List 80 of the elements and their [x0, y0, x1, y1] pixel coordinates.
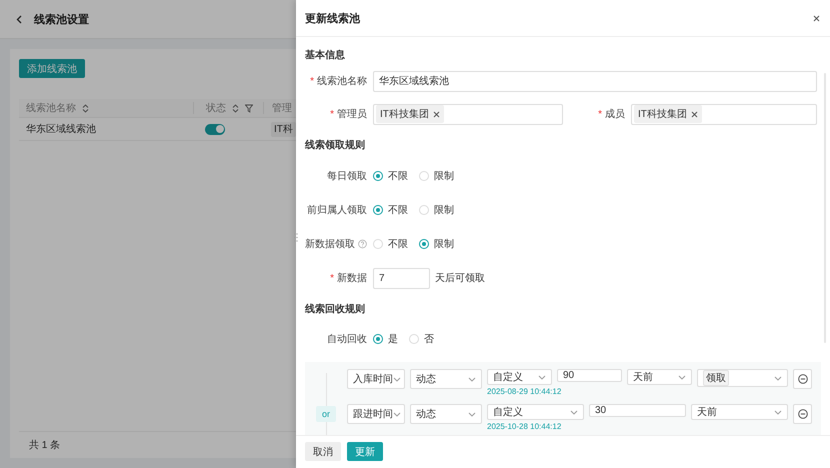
tag-select-field[interactable]: 领取: [697, 369, 788, 387]
input-field[interactable]: 90: [557, 369, 622, 382]
chevron-down-icon: [468, 412, 476, 416]
radio-option[interactable]: 限制: [419, 237, 454, 251]
sort-icon[interactable]: [82, 104, 89, 112]
or-badge: or: [316, 406, 336, 422]
drawer-title: 更新线索池: [305, 12, 360, 26]
column-header: 线索池名称: [26, 102, 76, 115]
radio-button[interactable]: [373, 171, 383, 181]
radio-option[interactable]: 不限: [373, 237, 408, 251]
sort-icon[interactable]: [232, 104, 239, 112]
select-field[interactable]: 动态: [410, 369, 482, 389]
radio-option[interactable]: 不限: [373, 169, 408, 183]
back-icon[interactable]: [16, 14, 22, 24]
radio-option[interactable]: 不限: [373, 203, 408, 217]
select-field[interactable]: 自定义: [487, 369, 552, 385]
tag: 领取: [703, 370, 729, 386]
table-cell: 华东区域线索池: [26, 124, 96, 135]
total-count: 共 1 条: [29, 438, 60, 452]
tag-select-field[interactable]: IT科技集团: [631, 104, 817, 124]
radio-option[interactable]: 否: [409, 332, 434, 346]
field-label: 新数据: [337, 272, 367, 285]
minus-circle-icon: [798, 374, 808, 384]
section-title: 线索领取规则: [305, 138, 366, 152]
chevron-down-icon: [774, 376, 782, 380]
date-hint: 2025-08-29 10:44:12: [487, 386, 562, 397]
radio-button[interactable]: [373, 334, 383, 344]
radio-button[interactable]: [373, 205, 383, 215]
page-title: 线索池设置: [34, 12, 89, 26]
required-mark: *: [598, 108, 602, 120]
field-suffix: 天后可领取: [435, 272, 485, 285]
remove-tag-icon[interactable]: [432, 110, 440, 118]
select-field[interactable]: 跟进时间: [347, 404, 405, 424]
section-title: 线索回收规则: [305, 302, 366, 316]
required-mark: *: [330, 108, 334, 120]
select-field[interactable]: 入库时间: [347, 369, 405, 389]
required-mark: *: [310, 76, 314, 86]
tag: IT科技集团: [376, 105, 444, 123]
required-mark: *: [330, 272, 334, 284]
tag-select-field[interactable]: IT科技集团: [373, 104, 563, 124]
minus-circle-icon: [798, 409, 808, 419]
date-hint: 2025-10-28 10:44:12: [487, 421, 562, 432]
chevron-down-icon: [538, 374, 546, 380]
select-field[interactable]: 自定义: [487, 404, 584, 420]
field-label: 每日领取: [327, 170, 367, 183]
filter-icon[interactable]: [245, 104, 253, 112]
chevron-down-icon: [774, 410, 782, 414]
remove-tag-icon[interactable]: [690, 110, 698, 118]
remove-condition-button[interactable]: [793, 404, 812, 424]
select-field[interactable]: 天前: [691, 404, 788, 420]
column-header: 状态: [206, 102, 226, 115]
field-label: 前归属人领取: [307, 204, 367, 217]
input-field[interactable]: 7: [373, 268, 430, 288]
chevron-down-icon: [570, 410, 578, 414]
remove-condition-button[interactable]: [793, 369, 812, 389]
chevron-down-icon: [393, 412, 401, 416]
field-label: 新数据领取: [305, 238, 355, 251]
field-label: 线索池名称: [317, 74, 367, 88]
drag-handle-icon[interactable]: [294, 233, 298, 242]
field-label: 管理员: [337, 108, 367, 121]
input-field[interactable]: 30: [589, 404, 686, 417]
tag: IT科: [271, 122, 296, 137]
tag: IT科技集团: [634, 105, 702, 123]
chevron-down-icon: [468, 376, 476, 382]
status-toggle[interactable]: [205, 124, 225, 134]
radio-option[interactable]: 限制: [419, 203, 454, 217]
input-field[interactable]: 华东区域线索池: [373, 70, 817, 92]
radio-button[interactable]: [419, 239, 429, 249]
radio-option[interactable]: 是: [373, 332, 398, 346]
chevron-down-icon: [393, 376, 401, 382]
select-field[interactable]: 天前: [627, 369, 692, 385]
chevron-down-icon: [678, 374, 686, 380]
section-title: 基本信息: [305, 48, 346, 62]
column-header: 管理: [272, 102, 292, 115]
field-label: 成员: [605, 108, 625, 121]
select-field[interactable]: 动态: [410, 404, 482, 424]
radio-option[interactable]: 限制: [419, 169, 454, 183]
cancel-button[interactable]: 取消: [305, 442, 341, 461]
field-label: 自动回收: [327, 333, 367, 346]
close-icon[interactable]: [813, 14, 820, 22]
